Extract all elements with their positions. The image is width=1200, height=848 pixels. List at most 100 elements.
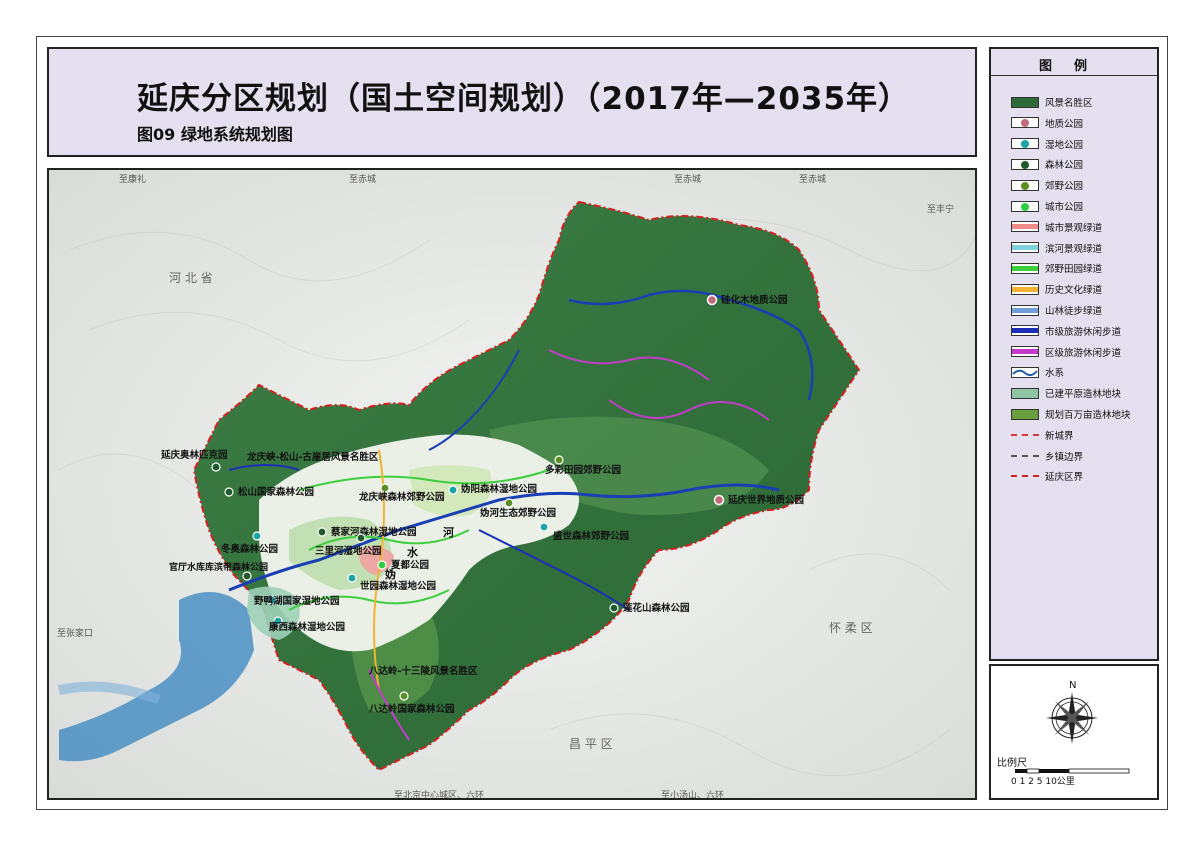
legend-label: 区级旅游休闲步道 <box>1045 347 1122 359</box>
legend-swatch <box>1011 179 1039 191</box>
legend-label: 森林公园 <box>1045 160 1084 172</box>
legend-label: 乡镇边界 <box>1045 451 1084 463</box>
road-label: 至北京中心城区、六环 <box>394 789 484 800</box>
legend-item: 延庆区界 <box>1011 469 1083 483</box>
water-label: 河 <box>443 525 454 539</box>
legend-swatch <box>1011 221 1039 233</box>
park-label: 妫阳森林湿地公园 <box>461 483 537 495</box>
park-label: 盛世森林郊野公园 <box>553 530 629 542</box>
legend-item: 历史文化绿道 <box>1011 282 1102 296</box>
park-label: 莲花山森林公园 <box>623 602 690 614</box>
road-label: 至康礼 <box>119 173 146 185</box>
legend-label: 郊野公园 <box>1045 181 1084 193</box>
legend-item: 乡镇边界 <box>1011 449 1083 463</box>
legend-item: 地质公园 <box>1011 116 1083 130</box>
park-label: 硅化木地质公园 <box>721 294 788 306</box>
legend-label: 地质公园 <box>1045 118 1084 130</box>
legend-item: 风景名胜区 <box>1011 95 1093 109</box>
legend-item: 森林公园 <box>1011 157 1083 171</box>
legend-item: 规划百万亩造林地块 <box>1011 407 1131 421</box>
compass-rose-icon: N <box>1046 680 1098 744</box>
road-label: 至赤城 <box>799 174 826 185</box>
legend-swatch <box>1011 96 1039 108</box>
park-label: 龙庆峡森林郊野公园 <box>358 491 445 503</box>
legend-swatch <box>1011 138 1039 150</box>
map-svg: 至康礼 至赤城 至赤城 至赤城 至丰宁 至张家口 至北京中心城区、六环 至小汤山… <box>49 170 975 800</box>
region-label: 昌 平 区 <box>569 737 613 751</box>
legend-label: 滨河景观绿道 <box>1045 243 1103 255</box>
legend-dot-icon <box>1021 181 1029 190</box>
legend-swatch <box>1011 283 1039 295</box>
legend-item: 水系 <box>1011 365 1064 379</box>
map-subtitle: 图09 绿地系统规划图 <box>137 125 293 144</box>
legend-panel: 图例 风景名胜区地质公园湿地公园森林公园郊野公园城市公园城市景观绿道 滨河景观绿道… <box>989 47 1159 661</box>
legend-item: 湿地公园 <box>1011 137 1083 151</box>
legend-item: 郊野田园绿道 <box>1011 261 1102 275</box>
legend-swatch <box>1011 242 1039 254</box>
legend-swatch <box>1011 325 1039 337</box>
legend-item: 城市公园 <box>1011 199 1083 213</box>
legend-divider <box>991 75 1157 76</box>
park-label: 世园森林湿地公园 <box>360 580 436 592</box>
legend-item: 郊野公园 <box>1011 178 1083 192</box>
park-label: 蔡家河森林湿地公园 <box>330 526 417 538</box>
legend-dot-icon <box>1021 140 1029 149</box>
region-label: 怀 柔 区 <box>829 621 873 635</box>
legend-swatch <box>1011 117 1039 129</box>
legend-item: 市级旅游休闲步道 <box>1011 324 1121 338</box>
legend-label: 水系 <box>1045 368 1065 380</box>
legend-title: 图例 <box>1038 59 1109 74</box>
north-label: N <box>1069 680 1076 691</box>
park-label: 野鸭湖国家湿地公园 <box>254 595 340 607</box>
legend-label: 规划百万亩造林地块 <box>1045 410 1131 421</box>
compass-panel: N 比例尺 0 1 2 5 10公里 <box>989 664 1159 800</box>
legend-swatch <box>1011 366 1039 378</box>
legend-label: 延庆区界 <box>1045 472 1084 484</box>
park-label: 冬奥森林公园 <box>221 543 278 555</box>
water-label: 水 <box>407 545 419 559</box>
park-label: 官厅水库库滨带森林公园 <box>169 561 268 573</box>
legend-swatch <box>1011 454 1039 457</box>
legend-label: 湿地公园 <box>1045 139 1084 151</box>
legend-label: 风景名胜区 <box>1045 98 1093 109</box>
park-label: 八达岭-十三陵风景名胜区 <box>368 665 478 677</box>
legend-label: 郊野田园绿道 <box>1045 264 1103 276</box>
park-label: 夏都公园 <box>390 559 429 571</box>
park-label: 延庆奥林匹克园 <box>160 449 228 461</box>
park-label: 松山国家森林公园 <box>238 486 314 498</box>
region-label: 河 北 省 <box>169 271 213 285</box>
park-label: 三里河湿地公园 <box>315 545 382 557</box>
park-label: 延庆世界地质公园 <box>727 494 804 506</box>
legend-dot-icon <box>1021 119 1029 128</box>
legend-item: 新城界 <box>1011 428 1074 442</box>
park-label: 龙庆峡-松山-古崖居风景名胜区 <box>246 451 379 463</box>
legend-label: 已建平原造林地块 <box>1045 389 1122 401</box>
legend-swatch <box>1011 304 1039 316</box>
legend-label: 城市景观绿道 <box>1045 222 1103 234</box>
legend-item: 区级旅游休闲步道 <box>1011 345 1121 359</box>
scale-ticks: 0 1 2 5 10公里 <box>1011 777 1075 787</box>
road-label: 至小汤山、六环 <box>661 789 724 800</box>
title-panel: 延庆分区规划（国土空间规划）（2017年—2035年） 图09 绿地系统规划图 <box>47 47 977 157</box>
road-label: 至赤城 <box>674 174 701 185</box>
legend-swatch <box>1011 346 1039 358</box>
legend-swatch <box>1011 158 1039 170</box>
legend-swatch <box>1011 387 1039 399</box>
park-label: 康西森林湿地公园 <box>268 621 345 633</box>
legend-label: 城市公园 <box>1045 202 1084 213</box>
road-label: 至赤城 <box>349 174 376 185</box>
road-label: 至丰宁 <box>927 203 954 215</box>
legend-item: 城市景观绿道 <box>1011 220 1102 234</box>
legend-label: 市级旅游休闲步道 <box>1045 326 1122 338</box>
park-label: 妫河生态郊野公园 <box>480 507 556 519</box>
legend-swatch <box>1011 262 1039 274</box>
legend-dot-icon <box>1021 160 1029 169</box>
legend-swatch <box>1011 475 1039 478</box>
legend-label: 新城界 <box>1045 430 1074 442</box>
map-canvas[interactable]: 至康礼 至赤城 至赤城 至赤城 至丰宁 至张家口 至北京中心城区、六环 至小汤山… <box>47 168 977 800</box>
park-label: 八达岭国家森林公园 <box>368 703 455 715</box>
legend-item: 山林徒步绿道 <box>1011 303 1102 317</box>
legend-label: 历史文化绿道 <box>1045 285 1103 297</box>
legend-swatch <box>1011 408 1039 420</box>
legend-label: 山林徒步绿道 <box>1045 306 1103 317</box>
